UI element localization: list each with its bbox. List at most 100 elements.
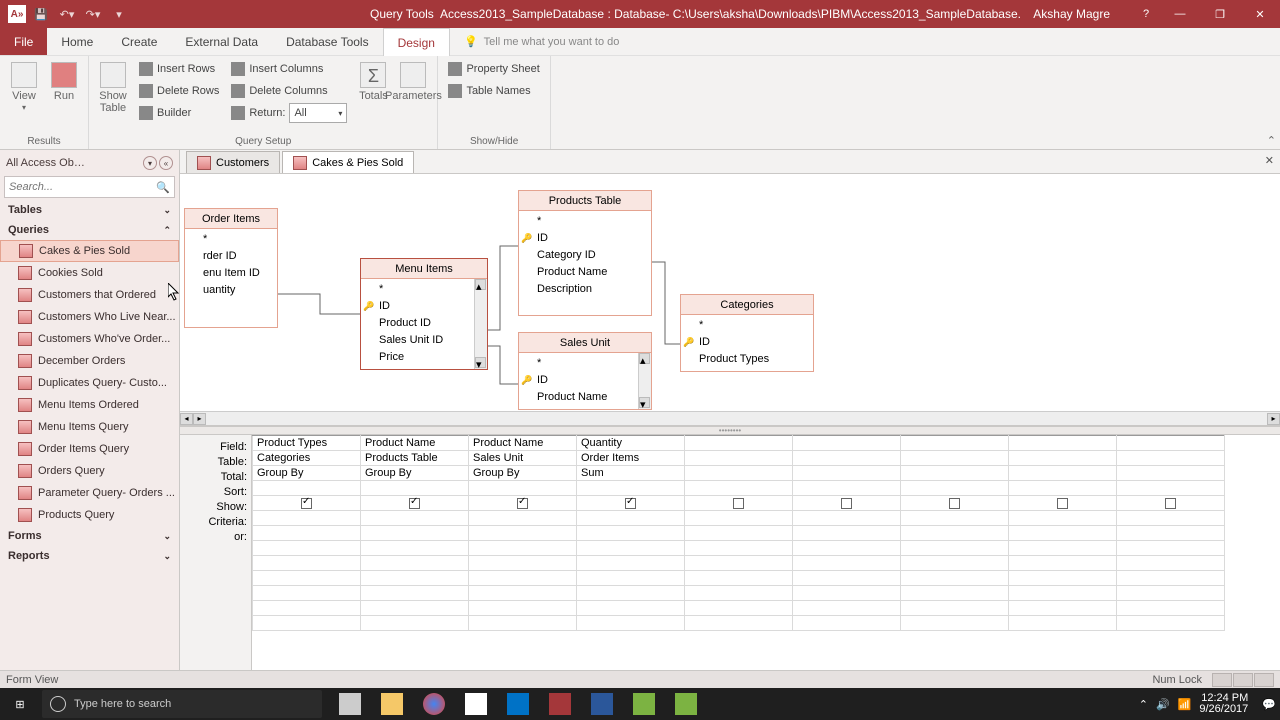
grid-cell[interactable] [361,526,469,541]
grid-cell[interactable] [793,511,901,526]
nav-query-item[interactable]: Parameter Query- Orders ... [0,482,179,504]
grid-cell[interactable] [469,526,577,541]
nav-search-input[interactable] [9,181,156,193]
grid-cell[interactable] [685,466,793,481]
show-checkbox[interactable] [1057,498,1068,509]
access-taskbar-icon[interactable] [540,688,580,720]
grid-cell[interactable] [1009,556,1117,571]
grid-cell[interactable] [469,556,577,571]
run-button[interactable]: Run [46,58,82,102]
delete-columns-button[interactable]: Delete Columns [227,80,351,102]
grid-cell[interactable] [793,601,901,616]
show-checkbox[interactable] [301,498,312,509]
tab-design[interactable]: Design [383,28,450,56]
grid-cell[interactable] [793,571,901,586]
show-checkbox[interactable] [1165,498,1176,509]
grid-cell[interactable] [253,586,361,601]
grid-cell[interactable] [1009,481,1117,496]
grid-cell[interactable] [793,526,901,541]
table-sales-unit[interactable]: Sales Unit * ID Product Name ▴▾ [518,332,652,410]
collapse-ribbon-icon[interactable]: ⌃ [1267,134,1276,147]
nav-query-item[interactable]: Cookies Sold [0,262,179,284]
grid-cell[interactable] [901,466,1009,481]
grid-cell[interactable]: Product Name [469,436,577,451]
grid-cell[interactable]: Group By [253,466,361,481]
design-view-button[interactable] [1254,673,1274,687]
grid-cell[interactable] [469,541,577,556]
table-field[interactable]: * [185,231,277,248]
grid-cell[interactable] [361,481,469,496]
grid-cell[interactable]: Group By [361,466,469,481]
parameters-button[interactable]: Parameters [395,58,431,102]
tab-home[interactable]: Home [47,28,107,55]
grid-cell[interactable] [361,511,469,526]
table-field[interactable]: ID [519,372,651,389]
grid-cell[interactable] [1009,466,1117,481]
table-menu-items[interactable]: Menu Items * ID Product ID Sales Unit ID… [360,258,488,370]
grid-cell[interactable] [361,571,469,586]
grid-cell[interactable] [1117,586,1225,601]
nav-query-item[interactable]: Order Items Query [0,438,179,460]
table-field[interactable]: Description [519,281,651,298]
tray-chevron-icon[interactable]: ⌃ [1139,698,1148,711]
grid-cell[interactable] [361,541,469,556]
grid-cell[interactable]: Products Table [361,451,469,466]
show-checkbox[interactable] [841,498,852,509]
undo-icon[interactable]: ↶▾ [56,3,78,25]
grid-cell[interactable] [901,571,1009,586]
grid-cell[interactable] [1117,511,1225,526]
table-field[interactable]: Product Types [681,351,813,368]
grid-cell[interactable]: Product Name [361,436,469,451]
grid-cell[interactable] [685,586,793,601]
grid-cell[interactable] [685,481,793,496]
outlook-icon[interactable] [498,688,538,720]
grid-cell[interactable] [469,511,577,526]
table-field[interactable]: * [519,213,651,230]
grid-cell[interactable]: Product Types [253,436,361,451]
app-icon[interactable] [666,688,706,720]
nav-menu-icon[interactable]: ▾ [143,156,157,170]
grid-cell[interactable]: Group By [469,466,577,481]
grid-cell[interactable] [793,436,901,451]
grid-cell[interactable]: Quantity [577,436,685,451]
table-scrollbar[interactable]: ▴▾ [474,279,487,369]
grid-cell[interactable] [1009,571,1117,586]
show-checkbox[interactable] [409,498,420,509]
nav-search[interactable]: 🔍 [4,176,175,198]
grid-cell[interactable] [901,496,1009,511]
grid-cell[interactable] [577,586,685,601]
grid-cell[interactable] [253,526,361,541]
nav-section-forms[interactable]: Forms⌄ [0,526,179,546]
splitter[interactable]: •••••••• [180,426,1280,435]
show-checkbox[interactable] [517,498,528,509]
nav-query-item[interactable]: Customers that Ordered [0,284,179,306]
nav-query-item[interactable]: December Orders [0,350,179,372]
save-icon[interactable]: 💾 [30,3,52,25]
nav-query-item[interactable]: Products Query [0,504,179,526]
doc-tab-cakes-pies[interactable]: Cakes & Pies Sold [282,151,414,173]
property-sheet-button[interactable]: Property Sheet [444,58,543,80]
grid-cell[interactable] [253,481,361,496]
grid-cell[interactable] [901,616,1009,631]
grid-cell[interactable] [253,496,361,511]
grid-cell[interactable] [1117,526,1225,541]
tell-me-search[interactable]: 💡Tell me what you want to do [450,28,619,55]
datasheet-view-button[interactable] [1212,673,1232,687]
mail-icon[interactable] [456,688,496,720]
grid-cell[interactable] [1117,451,1225,466]
grid-cell[interactable] [793,586,901,601]
grid-cell[interactable] [577,526,685,541]
grid-cell[interactable] [901,601,1009,616]
grid-cell[interactable] [901,526,1009,541]
nav-header[interactable]: All Access Ob… ▾ « [0,150,179,176]
nav-collapse-icon[interactable]: « [159,156,173,170]
grid-cell[interactable] [577,541,685,556]
show-checkbox[interactable] [733,498,744,509]
grid-cell[interactable] [577,481,685,496]
grid-cell[interactable] [253,616,361,631]
grid-cell[interactable] [469,496,577,511]
query-design-surface[interactable]: Order Items * rder ID enu Item ID uantit… [180,174,1280,426]
table-field[interactable]: ID [681,334,813,351]
grid-cell[interactable] [361,586,469,601]
grid-cell[interactable] [793,556,901,571]
